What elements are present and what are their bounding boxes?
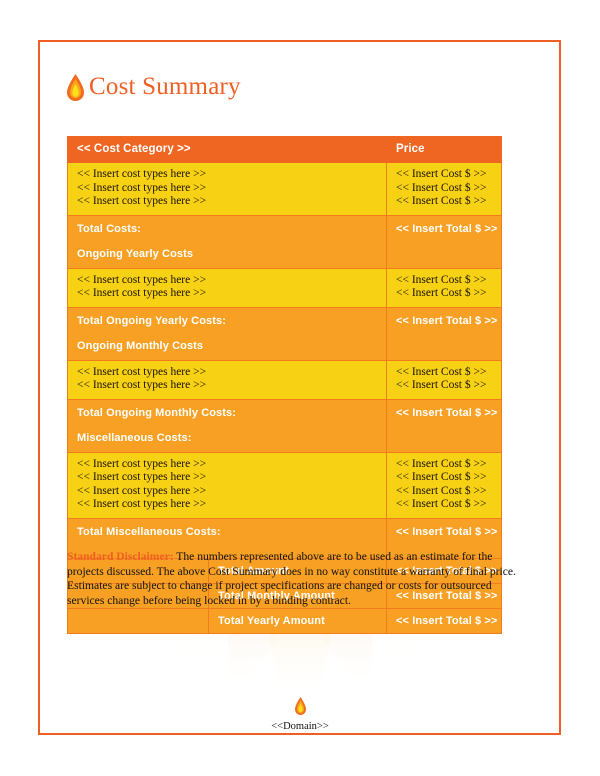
item-price: << Insert Cost $ >> bbox=[396, 457, 487, 470]
total-and-section-cell: Total Ongoing Monthly Costs: Miscellaneo… bbox=[67, 398, 387, 453]
item-price: << Insert Cost $ >> bbox=[396, 168, 487, 180]
item-price: << Insert Cost $ >> bbox=[396, 498, 487, 510]
grand-total-row: Total Yearly Amount << Insert Total $ >> bbox=[67, 607, 502, 634]
total-label: Total Costs: bbox=[77, 222, 141, 235]
item-prices-cell: << Insert Cost $ >> << Insert Cost $ >> … bbox=[386, 162, 502, 216]
page-title-block: Cost Summary bbox=[67, 66, 241, 108]
grand-total-price: << Insert Total $ >> bbox=[386, 607, 502, 634]
spacer-cell bbox=[67, 607, 209, 634]
table-total-row: Total Ongoing Monthly Costs: Miscellaneo… bbox=[67, 398, 502, 453]
flame-icon bbox=[294, 697, 306, 715]
table-header-row: << Cost Category >> Price bbox=[67, 136, 502, 163]
item-labels-cell: << Insert cost types here >> << Insert c… bbox=[67, 267, 387, 308]
item-prices-cell: << Insert Cost $ >> << Insert Cost $ >> bbox=[386, 267, 502, 308]
grand-total-label: Total Yearly Amount bbox=[208, 607, 387, 634]
item-label: << Insert cost types here >> bbox=[77, 379, 207, 391]
table-items-row: << Insert cost types here >> << Insert c… bbox=[67, 267, 502, 308]
item-labels-cell: << Insert cost types here >> << Insert c… bbox=[67, 162, 387, 216]
item-prices-cell: << Insert Cost $ >> << Insert Cost $ >> … bbox=[386, 451, 502, 519]
item-price: << Insert Cost $ >> bbox=[396, 365, 487, 378]
item-label: << Insert cost types here >> bbox=[77, 457, 207, 470]
section-label: Miscellaneous Costs: bbox=[77, 431, 192, 444]
page-footer: <<Domain>> bbox=[0, 697, 600, 734]
item-price: << Insert Cost $ >> bbox=[396, 471, 487, 483]
section-label: Ongoing Monthly Costs bbox=[77, 339, 204, 352]
page-title: Cost Summary bbox=[89, 73, 241, 100]
item-label: << Insert cost types here >> bbox=[77, 168, 207, 180]
item-price: << Insert Cost $ >> bbox=[396, 287, 487, 299]
item-label: << Insert cost types here >> bbox=[77, 287, 207, 299]
section-label: Ongoing Yearly Costs bbox=[77, 247, 194, 260]
item-label: << Insert cost types here >> bbox=[77, 181, 207, 194]
table-items-row: << Insert cost types here >> << Insert c… bbox=[67, 451, 502, 519]
item-label: << Insert cost types here >> bbox=[77, 498, 207, 510]
disclaimer-label: Standard Disclaimer: bbox=[67, 550, 174, 563]
item-label: << Insert cost types here >> bbox=[77, 471, 207, 483]
item-price: << Insert Cost $ >> bbox=[396, 379, 487, 391]
table-total-row: Total Costs: Ongoing Yearly Costs << Ins… bbox=[67, 214, 502, 269]
flame-icon bbox=[67, 73, 84, 101]
item-label: << Insert cost types here >> bbox=[77, 273, 207, 286]
item-labels-cell: << Insert cost types here >> << Insert c… bbox=[67, 451, 387, 519]
item-price: << Insert Cost $ >> bbox=[396, 273, 487, 286]
table-total-row: Total Ongoing Yearly Costs: Ongoing Mont… bbox=[67, 306, 502, 361]
footer-domain-text: <<Domain>> bbox=[271, 721, 329, 732]
total-price: << Insert Total $ >> bbox=[386, 306, 502, 361]
item-price: << Insert Cost $ >> bbox=[396, 181, 487, 194]
document-page: Cost Summary << Cost Category >> Price <… bbox=[0, 0, 600, 776]
item-prices-cell: << Insert Cost $ >> << Insert Cost $ >> bbox=[386, 359, 502, 400]
header-price: Price bbox=[386, 136, 502, 163]
table-items-row: << Insert cost types here >> << Insert c… bbox=[67, 359, 502, 400]
item-price: << Insert Cost $ >> bbox=[396, 484, 487, 497]
item-label: << Insert cost types here >> bbox=[77, 484, 207, 497]
total-label: Total Ongoing Monthly Costs: bbox=[77, 406, 237, 419]
total-label: Total Miscellaneous Costs: bbox=[77, 525, 221, 538]
item-labels-cell: << Insert cost types here >> << Insert c… bbox=[67, 359, 387, 400]
disclaimer: Standard Disclaimer: The numbers represe… bbox=[67, 550, 522, 608]
item-label: << Insert cost types here >> bbox=[77, 195, 207, 207]
item-label: << Insert cost types here >> bbox=[77, 365, 207, 378]
header-cost-category: << Cost Category >> bbox=[67, 136, 387, 163]
total-price: << Insert Total $ >> bbox=[386, 398, 502, 453]
total-and-section-cell: Total Costs: Ongoing Yearly Costs bbox=[67, 214, 387, 269]
item-price: << Insert Cost $ >> bbox=[396, 195, 487, 207]
table-items-row: << Insert cost types here >> << Insert c… bbox=[67, 162, 502, 216]
total-and-section-cell: Total Ongoing Yearly Costs: Ongoing Mont… bbox=[67, 306, 387, 361]
total-label: Total Ongoing Yearly Costs: bbox=[77, 314, 226, 327]
total-price: << Insert Total $ >> bbox=[386, 214, 502, 269]
